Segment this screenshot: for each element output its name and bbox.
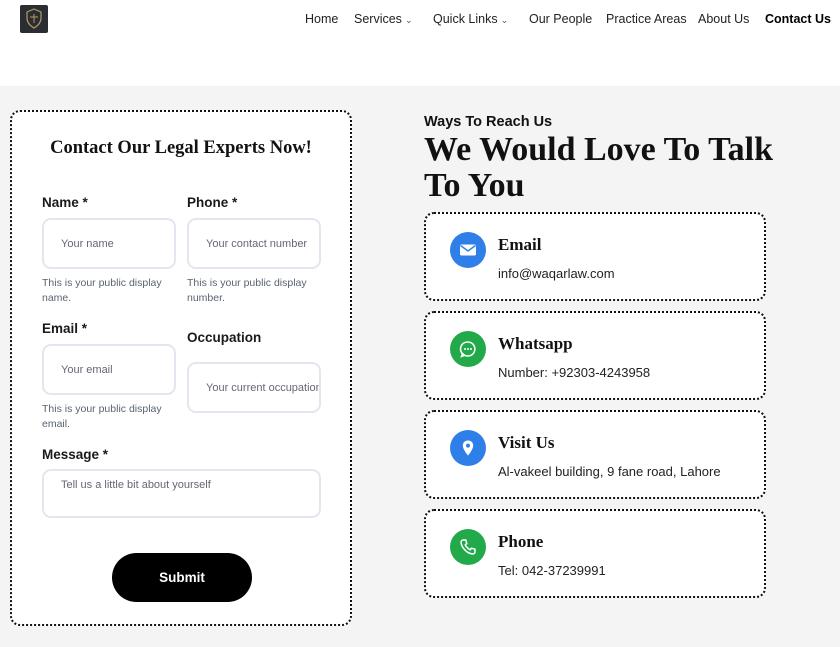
- email-input[interactable]: [42, 344, 176, 395]
- occupation-input[interactable]: [187, 362, 321, 413]
- message-label: Message *: [42, 447, 109, 462]
- occupation-label: Occupation: [187, 330, 262, 345]
- law-firm-logo-icon[interactable]: [20, 5, 48, 33]
- phone-icon: [450, 529, 486, 565]
- phone-label: Phone *: [187, 195, 238, 210]
- nav-services[interactable]: Services ⌄: [354, 12, 412, 28]
- reach-kicker: Ways To Reach Us: [424, 114, 553, 130]
- email-card-title: Email: [498, 235, 542, 254]
- nav-quick-links-label: Quick Links: [433, 12, 498, 26]
- whatsapp-card-title: Whatsapp: [498, 334, 573, 353]
- nav-services-label: Services: [354, 12, 402, 26]
- submit-button[interactable]: Submit: [112, 553, 252, 602]
- chevron-down-icon: ⌄: [404, 15, 413, 25]
- phone-card-value[interactable]: Tel: 042-37239991: [498, 563, 606, 578]
- reach-heading: We Would Love To Talk To You: [424, 131, 773, 204]
- nav-home[interactable]: Home: [305, 12, 338, 28]
- nav-our-people[interactable]: Our People: [529, 12, 592, 28]
- map-pin-icon: [450, 430, 486, 466]
- whatsapp-card: Whatsapp Number: +92303-4243958: [424, 311, 766, 400]
- visit-us-card-value: Al-vakeel building, 9 fane road, Lahore: [498, 464, 721, 479]
- envelope-icon: [450, 232, 486, 268]
- email-card-value[interactable]: info@waqarlaw.com: [498, 266, 615, 281]
- form-title: Contact Our Legal Experts Now!: [50, 138, 312, 158]
- site-header: Home Services ⌄ Quick Links ⌄ Our People P…: [0, 0, 840, 86]
- nav-practice-areas[interactable]: Practice Areas: [606, 12, 687, 28]
- contact-form-card: Contact Our Legal Experts Now! Name * Th…: [10, 110, 352, 626]
- nav-contact-us[interactable]: Contact Us: [765, 12, 831, 28]
- name-help-text: This is your public display name.: [42, 277, 162, 304]
- visit-us-card: Visit Us Al-vakeel building, 9 fane road…: [424, 410, 766, 499]
- name-label: Name *: [42, 195, 88, 210]
- nav-about-us[interactable]: About Us: [698, 12, 749, 28]
- phone-input[interactable]: [187, 218, 321, 269]
- email-label: Email *: [42, 321, 88, 336]
- visit-us-card-title: Visit Us: [498, 433, 555, 452]
- message-textarea[interactable]: [42, 469, 321, 518]
- nav-quick-links[interactable]: Quick Links ⌄: [433, 12, 508, 28]
- chevron-down-icon: ⌄: [500, 15, 509, 25]
- phone-card: Phone Tel: 042-37239991: [424, 509, 766, 598]
- whatsapp-card-value[interactable]: Number: +92303-4243958: [498, 365, 650, 380]
- email-help-text: This is your public display email.: [42, 403, 162, 430]
- phone-card-title: Phone: [498, 532, 544, 551]
- chat-bubble-icon: [450, 331, 486, 367]
- name-input[interactable]: [42, 218, 176, 269]
- phone-help-text: This is your public display number.: [187, 277, 307, 304]
- email-card: Email info@waqarlaw.com: [424, 212, 766, 301]
